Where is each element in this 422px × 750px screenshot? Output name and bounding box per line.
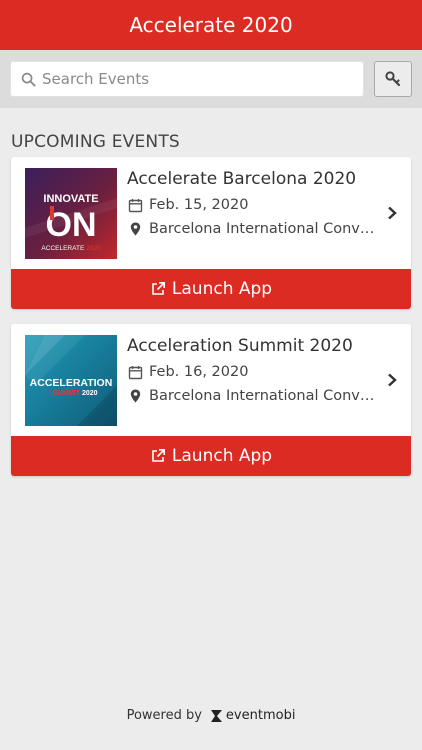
powered-by-label: Powered by — [126, 708, 202, 723]
eventmobi-logo[interactable]: eventmobi — [210, 708, 296, 723]
event-location: Barcelona International Convention Centr… — [149, 221, 377, 237]
key-icon — [385, 71, 401, 87]
event-card-body[interactable]: ACCELERATION SUMMIT 2020 Acceleration Su… — [11, 324, 411, 436]
launch-app-button[interactable]: Launch App — [11, 269, 411, 309]
event-info: Acceleration Summit 2020 Feb. 16, 2020 B… — [127, 336, 377, 404]
map-marker-icon — [127, 389, 143, 403]
event-date: Feb. 16, 2020 — [149, 364, 249, 380]
external-link-icon — [152, 282, 165, 295]
launch-app-label: Launch App — [171, 446, 273, 466]
thumbnail-text-line3: ACCELERATE — [41, 245, 85, 252]
section-title: UPCOMING EVENTS — [11, 132, 180, 152]
event-date-row: Feb. 16, 2020 — [127, 364, 377, 380]
event-thumbnail: ACCELERATION SUMMIT 2020 — [25, 335, 117, 426]
event-location: Barcelona International Convention Centr… — [149, 388, 377, 404]
event-card-body[interactable]: INNOVATE ON ACCELERATE 2020 Accelerate B… — [11, 157, 411, 269]
launch-app-button[interactable]: Launch App — [11, 436, 411, 476]
thumbnail-text-line1: ACCELERATION — [30, 377, 113, 389]
thumbnail-text-line1: INNOVATE — [43, 193, 98, 205]
search-input[interactable] — [42, 70, 363, 88]
event-name: Acceleration Summit 2020 — [127, 336, 353, 356]
thumbnail-text-year: 2020 — [86, 245, 101, 252]
search-field[interactable] — [10, 61, 364, 97]
event-location-row: Barcelona International Convention Centr… — [127, 388, 377, 404]
eventmobi-logo-icon — [210, 709, 222, 722]
search-icon — [21, 72, 36, 87]
chevron-right-icon[interactable] — [387, 372, 397, 391]
event-card: INNOVATE ON ACCELERATE 2020 Accelerate B… — [11, 157, 411, 309]
brand-name: eventmobi — [225, 708, 296, 723]
footer: Powered by eventmobi — [0, 708, 422, 723]
event-location-row: Barcelona International Convention Centr… — [127, 221, 377, 237]
event-date-row: Feb. 15, 2020 — [127, 197, 377, 213]
event-date: Feb. 15, 2020 — [149, 197, 249, 213]
search-bar — [0, 50, 422, 108]
map-marker-icon — [127, 222, 143, 236]
event-thumbnail: INNOVATE ON ACCELERATE 2020 — [25, 168, 117, 259]
thumbnail-text-year: 2020 — [82, 390, 98, 397]
calendar-icon — [127, 365, 143, 380]
event-card: ACCELERATION SUMMIT 2020 Acceleration Su… — [11, 324, 411, 476]
external-link-icon — [152, 449, 165, 462]
access-key-button[interactable] — [374, 61, 412, 97]
calendar-icon — [127, 198, 143, 213]
launch-app-label: Launch App — [171, 279, 273, 299]
event-name: Accelerate Barcelona 2020 — [127, 169, 357, 189]
svg-text:ACCELERATE 2020: ACCELERATE 2020 — [41, 245, 101, 252]
svg-text:SUMMIT 2020: SUMMIT 2020 — [52, 390, 97, 397]
thumbnail-text-line2: SUMMIT — [52, 390, 80, 397]
page-title: Accelerate 2020 — [129, 13, 293, 37]
chevron-right-icon[interactable] — [387, 205, 397, 224]
event-info: Accelerate Barcelona 2020 Feb. 15, 2020 — [127, 169, 377, 237]
app-header: Accelerate 2020 — [0, 0, 422, 50]
